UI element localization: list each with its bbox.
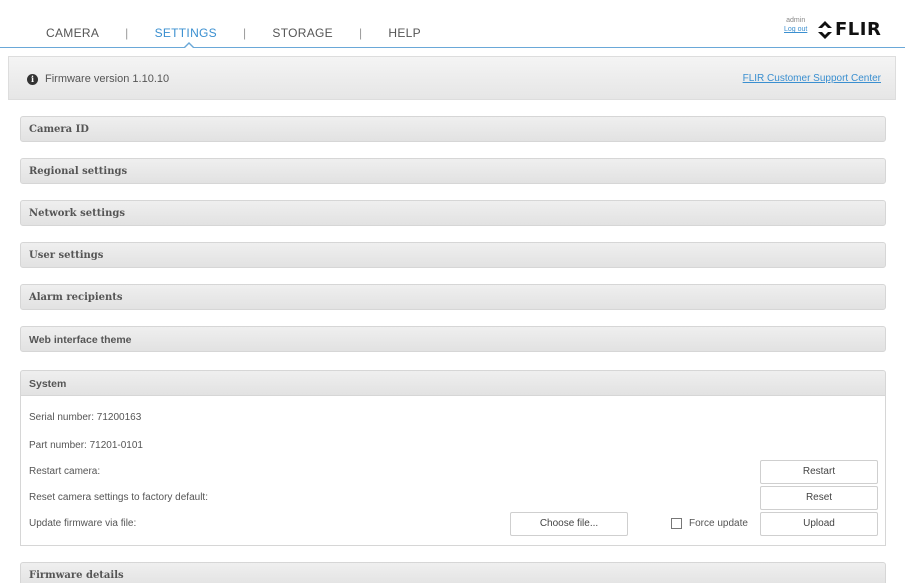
- tab-storage[interactable]: STORAGE: [272, 26, 333, 40]
- reset-label: Reset camera settings to factory default…: [29, 492, 208, 503]
- section-title: System: [29, 378, 67, 390]
- support-center-link[interactable]: FLIR Customer Support Center: [743, 73, 881, 84]
- reset-button[interactable]: Reset: [760, 486, 878, 510]
- tab-separator: |: [358, 26, 363, 40]
- section-title: User settings: [29, 250, 104, 261]
- section-firmware-details[interactable]: Firmware details: [20, 562, 886, 583]
- tab-settings[interactable]: SETTINGS: [155, 26, 217, 40]
- section-title: Network settings: [29, 208, 126, 219]
- choose-file-button[interactable]: Choose file...: [510, 512, 628, 536]
- logout-link[interactable]: Log out: [784, 25, 807, 34]
- tab-separator: |: [242, 26, 247, 40]
- section-title: Regional settings: [29, 166, 128, 177]
- restart-label: Restart camera:: [29, 466, 101, 477]
- section-camera-id[interactable]: Camera ID: [20, 116, 886, 142]
- firmware-version: Firmware version 1.10.10: [45, 73, 170, 85]
- user-panel: admin Log out: [784, 16, 807, 34]
- section-title: Web interface theme: [29, 334, 132, 346]
- section-title: Firmware details: [29, 570, 124, 581]
- section-title: Alarm recipients: [29, 292, 123, 303]
- section-regional-settings[interactable]: Regional settings: [20, 158, 886, 184]
- top-navigation-bar: CAMERA | SETTINGS | STORAGE | HELP admin…: [0, 0, 905, 48]
- restart-button[interactable]: Restart: [760, 460, 878, 484]
- section-network-settings[interactable]: Network settings: [20, 200, 886, 226]
- part-number: Part number: 71201-0101: [29, 440, 143, 451]
- info-icon: i: [27, 74, 38, 85]
- section-user-settings[interactable]: User settings: [20, 242, 886, 268]
- section-title: Camera ID: [29, 124, 89, 135]
- force-update-label: Force update: [689, 518, 748, 529]
- force-update-option[interactable]: Force update: [671, 518, 748, 529]
- upload-button[interactable]: Upload: [760, 512, 878, 536]
- flir-logo: FLIR: [818, 19, 881, 40]
- section-system[interactable]: System: [20, 370, 886, 396]
- section-alarm-recipients[interactable]: Alarm recipients: [20, 284, 886, 310]
- main-tabs: CAMERA | SETTINGS | STORAGE | HELP: [46, 26, 421, 40]
- serial-number: Serial number: 71200163: [29, 412, 142, 423]
- system-panel: Serial number: 71200163 Part number: 712…: [20, 396, 886, 546]
- section-web-interface-theme[interactable]: Web interface theme: [20, 326, 886, 352]
- force-update-checkbox[interactable]: [671, 518, 682, 529]
- update-firmware-label: Update firmware via file:: [29, 518, 137, 529]
- tab-help[interactable]: HELP: [388, 26, 421, 40]
- firmware-info-bar: i Firmware version 1.10.10 FLIR Customer…: [8, 56, 896, 100]
- tab-separator: |: [125, 26, 129, 40]
- username: admin: [786, 17, 806, 24]
- flir-logo-icon: [818, 20, 832, 39]
- tab-camera[interactable]: CAMERA: [46, 26, 99, 40]
- logo-text: FLIR: [835, 19, 882, 40]
